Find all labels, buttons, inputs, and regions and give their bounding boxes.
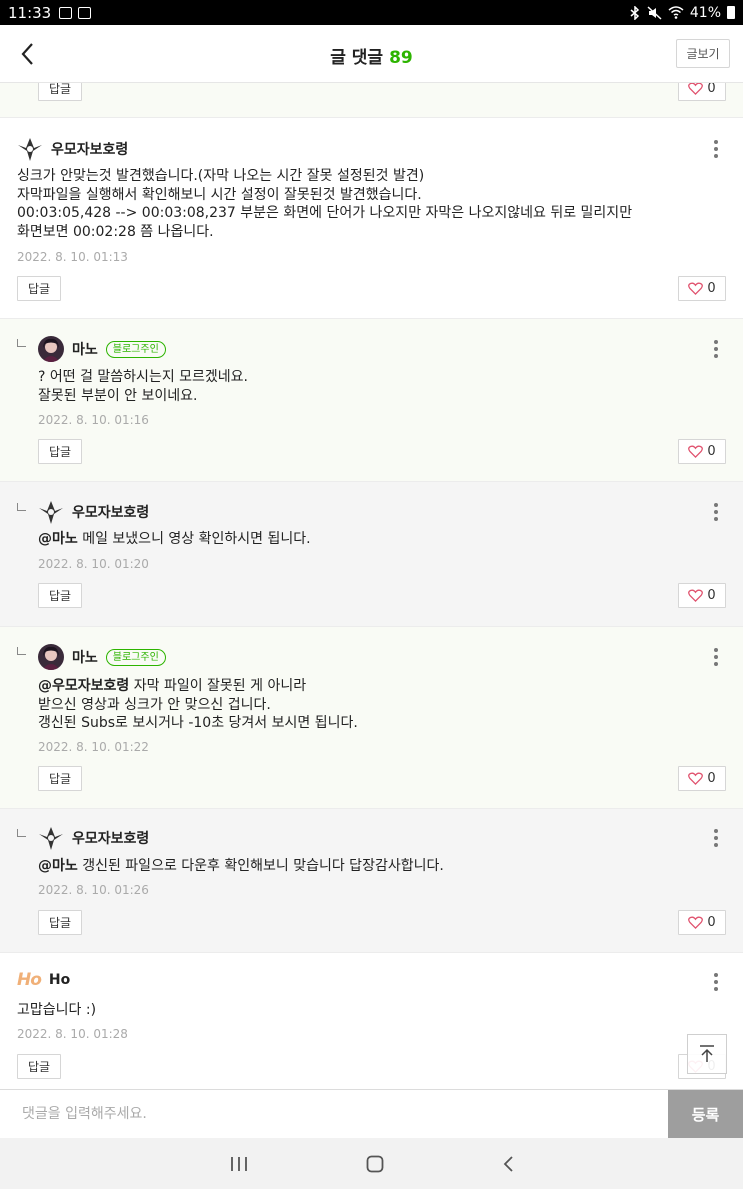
like-button[interactable]: 0 <box>678 766 726 791</box>
comment-text: @우모자보호령 자막 파일이 잘못된 게 아니라 받으신 영상과 싱크가 안 맞… <box>38 677 698 733</box>
reply-item: 마노 블로그주인 ? 어떤 걸 말씀하시는지 모르겠네요. 잘못된 부분이 안 … <box>0 318 743 481</box>
wifi-icon <box>668 6 684 19</box>
bluetooth-icon <box>630 5 639 20</box>
scroll-top-button[interactable] <box>687 1034 727 1074</box>
mute-icon <box>647 5 662 20</box>
comment-date: 2022. 8. 10. 01:26 <box>38 883 149 897</box>
page-title: 글 댓글 89 <box>0 43 743 68</box>
comment-text: @마노 메일 보냈으니 영상 확인하시면 됩니다. <box>38 530 698 549</box>
like-button[interactable]: 0 <box>678 276 726 301</box>
reply-indent-icon <box>17 829 26 837</box>
status-time: 11:33 <box>8 3 52 22</box>
comment-input-bar: 등록 <box>0 1089 743 1138</box>
more-options-icon[interactable] <box>711 646 721 668</box>
like-button[interactable]: 0 <box>678 583 726 608</box>
comment-text: ? 어떤 걸 말씀하시는지 모르겠네요. 잘못된 부분이 안 보이네요. <box>38 369 249 404</box>
like-button[interactable]: 0 <box>678 83 726 101</box>
battery-icon <box>727 6 735 19</box>
heart-icon <box>688 589 704 602</box>
reply-item: 우모자보호령 @마노 갱신된 파일으로 다운후 확인해보니 맞습니다 답장감사합… <box>0 808 743 952</box>
comment-input[interactable] <box>0 1090 668 1138</box>
reply-button[interactable]: 답글 <box>17 1054 62 1079</box>
more-options-icon[interactable] <box>711 501 721 523</box>
top-arrow-icon <box>700 1045 714 1062</box>
like-button[interactable]: 0 <box>678 910 726 935</box>
comment-text: 고맙습니다 :) <box>17 1002 97 1018</box>
comment-date: 2022. 8. 10. 01:22 <box>38 740 149 754</box>
comment-author: 마노 <box>72 650 98 666</box>
gallery-icon <box>78 6 92 19</box>
reply-indent-icon <box>17 503 26 511</box>
comment-date: 2022. 8. 10. 01:13 <box>17 250 128 264</box>
recent-apps-icon[interactable] <box>230 1156 248 1172</box>
reply-button[interactable]: 답글 <box>38 439 83 464</box>
top-bar: 글 댓글 89 글보기 <box>0 25 743 83</box>
reply-item: 마노 블로그주인 @우모자보호령 자막 파일이 잘못된 게 아니라 받으신 영상… <box>0 626 743 808</box>
comment-body: 메일 보냈으니 영상 확인하시면 됩니다. <box>77 531 311 547</box>
reply-button[interactable]: 답글 <box>17 276 62 301</box>
avatar-icon <box>38 499 64 525</box>
comment-count: 89 <box>389 48 413 68</box>
heart-icon <box>688 83 704 95</box>
reply-indent-icon <box>17 339 26 347</box>
notification-icon <box>59 6 73 19</box>
comment-item: 우모자보호령 싱크가 안맞는것 발견했습니다.(자막 나오는 시간 잘못 설정된… <box>0 117 743 318</box>
mention[interactable]: @마노 <box>38 858 78 874</box>
mention[interactable]: @우모자보호령 <box>38 678 129 694</box>
like-count: 0 <box>707 281 716 296</box>
blog-owner-badge: 블로그주인 <box>105 340 166 358</box>
heart-icon <box>688 445 704 458</box>
battery-percent: 41% <box>689 4 721 21</box>
comment-date: 2022. 8. 10. 01:28 <box>17 1027 128 1041</box>
comment-date: 2022. 8. 10. 01:20 <box>38 557 149 571</box>
heart-icon <box>688 772 704 785</box>
reply-button[interactable]: 답글 <box>38 766 83 791</box>
comment-author: Ho <box>48 972 71 988</box>
more-options-icon[interactable] <box>711 138 721 160</box>
reply-button[interactable]: 답글 <box>38 83 83 101</box>
comment-author: 우모자보호령 <box>51 142 129 158</box>
more-options-icon[interactable] <box>711 338 721 360</box>
comment-author: 우모자보호령 <box>72 505 150 521</box>
reply-item: 우모자보호령 @마노 메일 보냈으니 영상 확인하시면 됩니다. 2022. 8… <box>0 481 743 626</box>
comment-date: 2022. 8. 10. 01:16 <box>38 413 149 427</box>
blog-owner-badge: 블로그주인 <box>105 648 166 666</box>
comment-item: Ho Ho 고맙습니다 :) 2022. 8. 10. 01:28 답글 0 <box>0 952 743 1089</box>
comment-body: 갱신된 파일으로 다운후 확인해보니 맞습니다 답장감사합니다. <box>77 858 444 874</box>
avatar-icon <box>38 825 64 851</box>
home-icon[interactable] <box>366 1155 384 1173</box>
reply-button[interactable]: 답글 <box>38 910 83 935</box>
like-count: 0 <box>707 444 716 459</box>
comment-author: 우모자보호령 <box>72 831 150 847</box>
more-options-icon[interactable] <box>711 971 721 993</box>
submit-button[interactable]: 등록 <box>668 1090 743 1138</box>
avatar-icon <box>17 136 43 162</box>
system-nav-bar <box>0 1138 743 1189</box>
reply-button[interactable]: 답글 <box>38 583 83 608</box>
title-text: 글 댓글 <box>330 48 384 68</box>
comment-item-partial: 답글 0 <box>0 83 743 117</box>
comment-list[interactable]: 답글 0 우모자보호령 싱크가 안맞는것 발견했습니다.(자막 나오는 시간 잘… <box>0 83 743 1089</box>
heart-icon <box>688 282 704 295</box>
like-count: 0 <box>707 771 716 786</box>
comment-author: 마노 <box>72 342 98 358</box>
like-count: 0 <box>707 83 716 96</box>
comment-text: @마노 갱신된 파일으로 다운후 확인해보니 맞습니다 답장감사합니다. <box>38 857 698 876</box>
reply-indent-icon <box>17 647 26 655</box>
status-bar: 11:33 41% <box>0 0 743 25</box>
mention[interactable]: @마노 <box>38 531 78 547</box>
avatar-logo: Ho <box>17 970 42 990</box>
more-options-icon[interactable] <box>711 827 721 849</box>
like-count: 0 <box>707 588 716 603</box>
comment-text: 싱크가 안맞는것 발견했습니다.(자막 나오는 시간 잘못 설정된것 발견) 자… <box>17 168 633 240</box>
heart-icon <box>688 916 704 929</box>
like-button[interactable]: 0 <box>678 439 726 464</box>
like-count: 0 <box>707 915 716 930</box>
avatar-icon <box>38 336 64 362</box>
avatar-icon <box>38 644 64 670</box>
back-nav-icon[interactable] <box>502 1155 514 1173</box>
view-post-button[interactable]: 글보기 <box>676 39 730 68</box>
